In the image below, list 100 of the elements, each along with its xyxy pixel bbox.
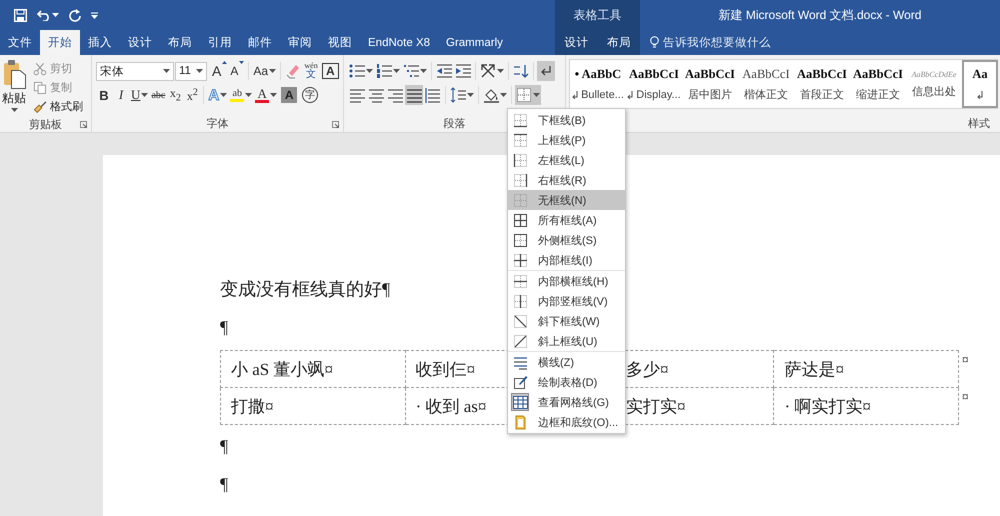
- distributed-button[interactable]: [424, 85, 442, 105]
- dialog-launcher-button[interactable]: [80, 121, 87, 128]
- table-cell-text: 收到仨¤: [416, 358, 476, 380]
- distributed-icon: [425, 87, 441, 103]
- style-item[interactable]: AaBbCcDdEe 信息出处: [906, 60, 962, 108]
- customize-toolbar-button[interactable]: [89, 10, 100, 20]
- return-arrow-button[interactable]: [537, 61, 555, 81]
- menu-item[interactable]: 绘制表格(D): [508, 372, 625, 392]
- menu-item[interactable]: 内部横框线(H): [508, 270, 625, 291]
- shrink-button[interactable]: A: [229, 61, 246, 81]
- menu-item[interactable]: 右框线(R): [508, 170, 625, 190]
- pencil-table-icon: [512, 374, 528, 390]
- ribbon-tab[interactable]: 布局: [160, 30, 200, 55]
- increase-indent-icon: [455, 63, 471, 79]
- phonetic-button[interactable]: wén 文: [303, 61, 320, 81]
- menu-item[interactable]: 斜上框线(U): [508, 331, 625, 351]
- horizontal-lines-icon: [512, 354, 528, 370]
- style-item[interactable]: AaBbCcI 居中图片: [682, 60, 738, 108]
- document-paragraph: ¶: [220, 473, 228, 496]
- style-item[interactable]: AaBbCcI 楷体正文: [738, 60, 794, 108]
- border-icon: [512, 112, 528, 128]
- caret-icon: [91, 12, 98, 18]
- ribbon-tab[interactable]: 插入: [80, 30, 120, 55]
- menu-item[interactable]: 横线(Z): [508, 351, 625, 372]
- menu-item[interactable]: 上框线(P): [508, 130, 625, 150]
- ribbon-tab[interactable]: 开始: [40, 30, 80, 55]
- sort-icon: [513, 63, 529, 79]
- menu-item[interactable]: 无框线(N): [508, 190, 625, 210]
- ribbon-tab[interactable]: 设计: [120, 30, 160, 55]
- table-cell-text: · 收到 as¤: [416, 396, 486, 418]
- menu-item[interactable]: 内部竖框线(V): [508, 291, 625, 311]
- font-size-field[interactable]: 11: [175, 62, 207, 80]
- redo-button[interactable]: [67, 6, 83, 24]
- save-button[interactable]: [12, 6, 29, 24]
- border-button[interactable]: A: [322, 63, 339, 79]
- paste-button[interactable]: 粘贴: [0, 55, 28, 116]
- menu-item[interactable]: 下框线(B): [508, 110, 625, 130]
- document-paragraph: ¶: [220, 435, 228, 458]
- sup-button[interactable]: x$^{2}$: [184, 85, 200, 105]
- menu-item[interactable]: 外侧框线(S): [508, 230, 625, 250]
- highlight-button[interactable]: ab: [229, 85, 254, 105]
- sub-button[interactable]: x$_{2}$: [167, 85, 184, 105]
- shade-button[interactable]: A: [281, 87, 298, 103]
- menu-item[interactable]: 边框和底纹(O)...: [508, 412, 625, 432]
- style-item[interactable]: Aa: [962, 60, 998, 108]
- justify-button[interactable]: [405, 85, 423, 105]
- menu-item[interactable]: 查看网格线(G): [508, 392, 625, 412]
- strike-button[interactable]: abc: [150, 85, 166, 105]
- row-end-mark: ¤: [962, 351, 968, 369]
- ribbon-tab[interactable]: EndNote X8: [360, 30, 438, 55]
- border-icon: [512, 252, 528, 268]
- window-title: 新建 Microsoft Word 文档.docx - Word: [718, 6, 922, 24]
- table-cell-text: 萨达是¤: [784, 358, 844, 380]
- numbered-list-icon: [376, 63, 392, 79]
- color-button[interactable]: A: [254, 85, 278, 105]
- style-item[interactable]: AaBbCcI Display...: [626, 60, 682, 108]
- ribbon-tab[interactable]: 布局: [600, 30, 637, 55]
- table-grid-icon: [516, 87, 532, 103]
- ribbon-tab[interactable]: 邮件: [240, 30, 280, 55]
- style-item[interactable]: AaBbCcI 缩进正文: [850, 60, 906, 108]
- table-grid-button[interactable]: [515, 85, 541, 105]
- line-spacing-button[interactable]: [449, 85, 475, 105]
- ribbon-tab[interactable]: 引用: [200, 30, 240, 55]
- style-item[interactable]: AaBbCcI 首段正文: [794, 60, 850, 108]
- font-name-field[interactable]: 宋体: [96, 62, 174, 80]
- underline-button[interactable]: U: [130, 85, 150, 105]
- ribbon-tab[interactable]: 设计: [558, 30, 594, 55]
- bold-button[interactable]: B: [96, 85, 112, 105]
- menu-item[interactable]: 所有框线(A): [508, 210, 625, 230]
- page-icon: [512, 414, 528, 430]
- dialog-launcher-button[interactable]: [332, 121, 339, 128]
- ribbon-tab[interactable]: 文件: [0, 30, 40, 55]
- line-spacing-icon: [450, 87, 466, 103]
- arrows-icon: [480, 63, 496, 79]
- ribbon-tab[interactable]: Grammarly: [438, 30, 511, 55]
- caret-icon: [270, 93, 278, 97]
- caret-icon: [141, 93, 148, 97]
- ribbon-tab[interactable]: 审阅: [280, 30, 320, 55]
- scissors-icon: [33, 62, 47, 76]
- border-icon: [512, 152, 528, 168]
- menu-item[interactable]: 内部框线(I): [508, 250, 625, 270]
- table-cell-text: 多少¤: [626, 358, 668, 380]
- table-cell-text: 小 aS 董小飒¤: [231, 358, 333, 380]
- case-button[interactable]: Aa: [252, 61, 278, 81]
- numbered-list-button[interactable]: [375, 61, 401, 81]
- clipboard-icon: [2, 59, 26, 89]
- italic-button[interactable]: I: [113, 85, 129, 105]
- grow-button[interactable]: A: [211, 61, 228, 81]
- style-item[interactable]: • AaBbC Bullete...: [570, 60, 626, 108]
- caret-icon: [420, 69, 427, 73]
- painter-button[interactable]: 格式刷: [31, 97, 85, 116]
- ribbon-tab[interactable]: 视图: [320, 30, 360, 55]
- group-label: 字体: [206, 116, 228, 130]
- enclose-button[interactable]: 字: [302, 87, 318, 103]
- document-paragraph: ¶: [220, 316, 228, 339]
- menu-item[interactable]: 斜下框线(W): [508, 311, 625, 331]
- group-label: 段落: [444, 116, 466, 130]
- menu-item[interactable]: 左框线(L): [508, 150, 625, 170]
- decrease-indent-icon: [436, 63, 452, 79]
- caret-icon: [497, 69, 504, 73]
